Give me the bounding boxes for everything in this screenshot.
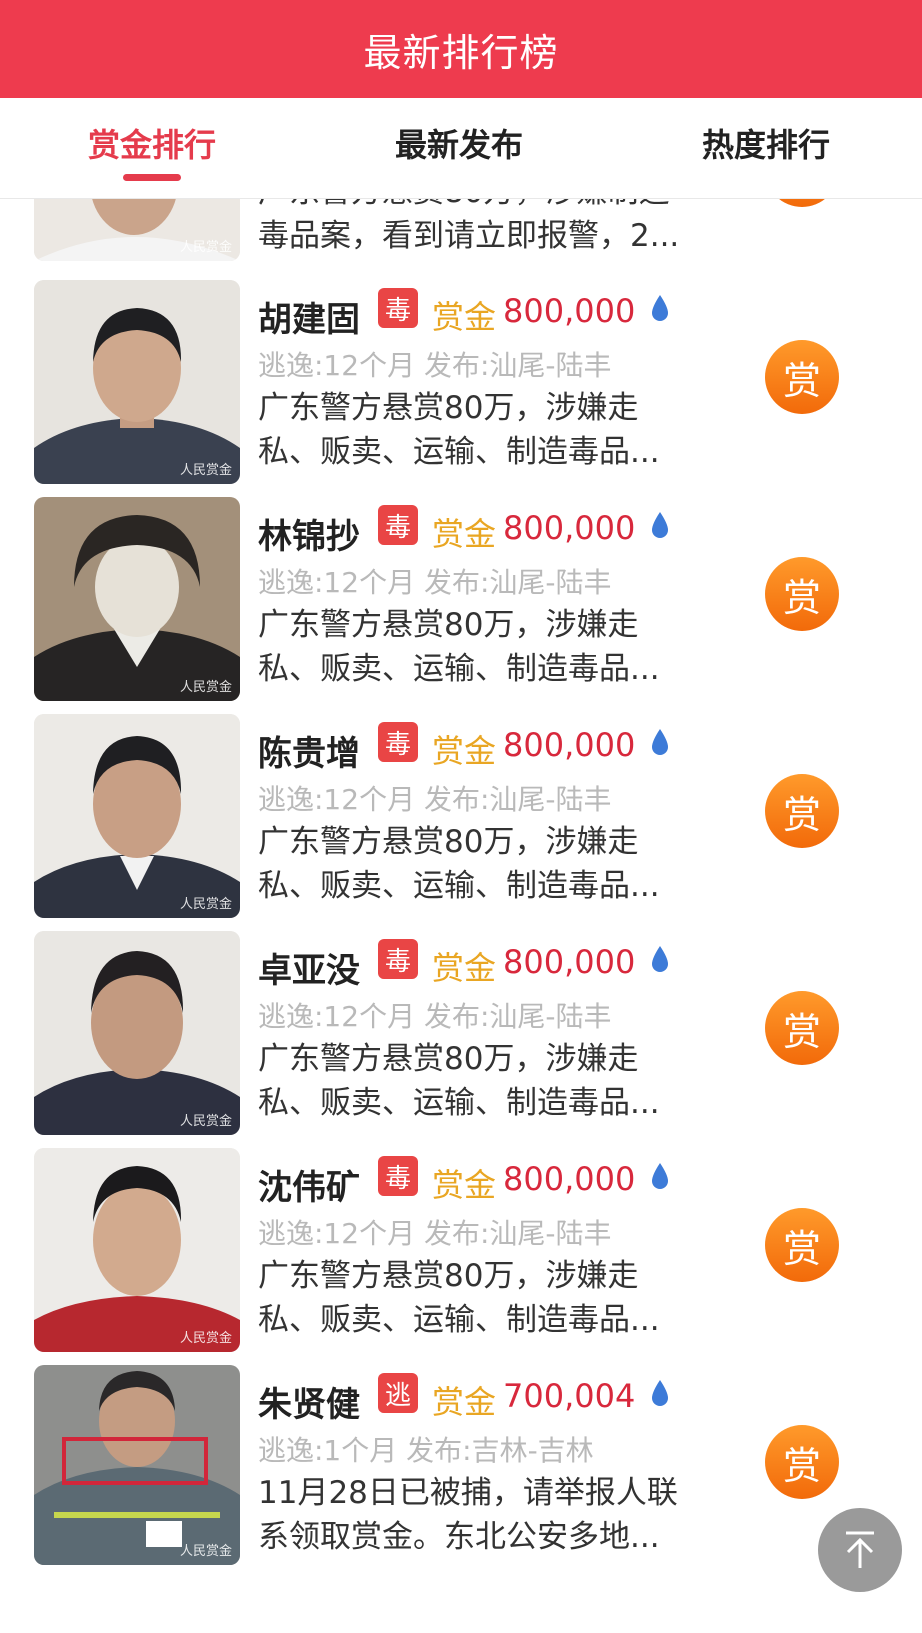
meta-info: 逃逸:12个月 发布:汕尾-陆丰 xyxy=(258,349,612,382)
list-item[interactable]: 人民赏金 林锦抄 毒 赏金 800,000 逃逸:12个月 发布:汕尾-陆丰 广… xyxy=(0,497,922,722)
description: 广东警方悬赏80万，涉嫌走 私、贩卖、运输、制造毒品... xyxy=(258,824,660,904)
reward-amount: 800,000 xyxy=(503,1160,636,1198)
suspect-photo: 人民赏金 xyxy=(34,1365,240,1565)
meta-info: 逃逸:12个月 发布:汕尾-陆丰 xyxy=(258,783,612,816)
reward-label: 赏金 xyxy=(432,1166,497,1204)
page-title: 最新排行榜 xyxy=(363,30,559,75)
suspect-photo: 人民赏金 xyxy=(34,1148,240,1352)
crime-tag: 毒 xyxy=(378,288,418,328)
suspect-name: 朱贤健 xyxy=(258,1385,360,1425)
list-item[interactable]: 人民赏金 陈贵增 毒 赏金 800,000 逃逸:12个月 发布:汕尾-陆丰 广… xyxy=(0,714,922,939)
crime-tag: 毒 xyxy=(378,1156,418,1196)
tab-bar: 赏金排行 最新发布 热度排行 xyxy=(0,98,922,199)
reward-button[interactable]: 赏 xyxy=(765,1425,839,1499)
water-drop-icon xyxy=(652,946,668,972)
reward-amount: 800,000 xyxy=(503,943,636,981)
suspect-name: 卓亚没 xyxy=(258,951,360,991)
tab-bounty-ranking[interactable]: 赏金排行 xyxy=(88,120,216,166)
reward-label: 赏金 xyxy=(432,732,497,770)
crime-tag: 毒 xyxy=(378,722,418,762)
water-drop-icon xyxy=(652,512,668,538)
description: 广东警方悬赏80万，涉嫌走 私、贩卖、运输、制造毒品... xyxy=(258,607,660,687)
watermark: 人民赏金 xyxy=(179,240,232,255)
meta-info: 逃逸:12个月 发布:汕尾-陆丰 xyxy=(258,1000,612,1033)
reward-label: 赏金 xyxy=(432,1383,497,1421)
list-item[interactable]: 人民赏金 沈伟矿 毒 赏金 800,000 逃逸:12个月 发布:汕尾-陆丰 广… xyxy=(0,1148,922,1373)
back-to-top-button[interactable] xyxy=(818,1508,902,1592)
app-header: 最新排行榜 xyxy=(0,0,922,98)
reward-amount: 800,000 xyxy=(503,509,636,547)
watermark: 人民赏金 xyxy=(179,463,232,478)
reward-amount: 700,004 xyxy=(503,1377,636,1415)
list-item[interactable]: 人民赏金 胡建固 毒 赏金 800,000 逃逸:12个月 发布:汕尾-陆丰 广… xyxy=(0,280,922,505)
water-drop-icon xyxy=(652,729,668,755)
reward-label: 赏金 xyxy=(432,949,497,987)
description: 广东警方悬赏80万，涉嫌走 私、贩卖、运输、制造毒品... xyxy=(258,1258,660,1338)
active-tab-indicator xyxy=(123,174,181,181)
suspect-photo: 人民赏金 xyxy=(34,714,240,918)
suspect-photo: 人民赏金 xyxy=(34,280,240,484)
reward-button[interactable]: 赏 xyxy=(765,557,839,631)
reward-amount: 800,000 xyxy=(503,726,636,764)
suspect-photo: 人民赏金 xyxy=(34,497,240,701)
suspect-photo: 人民赏金 xyxy=(34,931,240,1135)
reward-button[interactable]: 赏 xyxy=(765,340,839,414)
watermark: 人民赏金 xyxy=(179,897,232,912)
description: 11月28日已被捕，请举报人联 系领取赏金。东北公安多地... xyxy=(258,1475,678,1555)
reward-label: 赏金 xyxy=(432,298,497,336)
watermark: 人民赏金 xyxy=(179,1114,232,1129)
arrow-up-icon xyxy=(846,1531,874,1568)
water-drop-icon xyxy=(652,295,668,321)
watermark: 人民赏金 xyxy=(179,1331,232,1346)
list-item[interactable]: 人民赏金 卓亚没 毒 赏金 800,000 逃逸:12个月 发布:汕尾-陆丰 广… xyxy=(0,931,922,1156)
suspect-name: 沈伟矿 xyxy=(258,1168,360,1208)
crime-tag: 毒 xyxy=(378,939,418,979)
reward-button[interactable]: 赏 xyxy=(765,1208,839,1282)
crime-tag: 毒 xyxy=(378,505,418,545)
suspect-name: 胡建固 xyxy=(258,300,360,340)
description: 广东警方悬赏80万，涉嫌走 私、贩卖、运输、制造毒品... xyxy=(258,1041,660,1121)
suspect-name: 林锦抄 xyxy=(258,517,360,557)
meta-info: 逃逸:12个月 发布:汕尾-陆丰 xyxy=(258,566,612,599)
water-drop-icon xyxy=(652,1163,668,1189)
tab-latest[interactable]: 最新发布 xyxy=(395,120,523,166)
watermark: 人民赏金 xyxy=(179,1544,232,1559)
description: 广东警方悬赏80万，涉嫌走 私、贩卖、运输、制造毒品... xyxy=(258,390,660,470)
reward-label: 赏金 xyxy=(432,515,497,553)
suspect-name: 陈贵增 xyxy=(258,734,360,774)
water-drop-icon xyxy=(652,1380,668,1406)
meta-info: 逃逸:12个月 发布:汕尾-陆丰 xyxy=(258,1217,612,1250)
watermark: 人民赏金 xyxy=(179,680,232,695)
meta-info: 逃逸:1个月 发布:吉林-吉林 xyxy=(258,1434,594,1467)
reward-button[interactable]: 赏 xyxy=(765,991,839,1065)
reward-button[interactable]: 赏 xyxy=(765,774,839,848)
bounty-list: 人民赏金 广东警方悬赏80万，涉嫌制造 毒品案，看到请立即报警，2... 赏 人… xyxy=(0,0,922,1633)
reward-amount: 800,000 xyxy=(503,292,636,330)
list-item[interactable]: 人民赏金 朱贤健 逃 赏金 700,004 逃逸:1个月 发布:吉林-吉林 11… xyxy=(0,1365,922,1590)
tab-popularity[interactable]: 热度排行 xyxy=(702,120,830,166)
crime-tag: 逃 xyxy=(378,1373,418,1413)
